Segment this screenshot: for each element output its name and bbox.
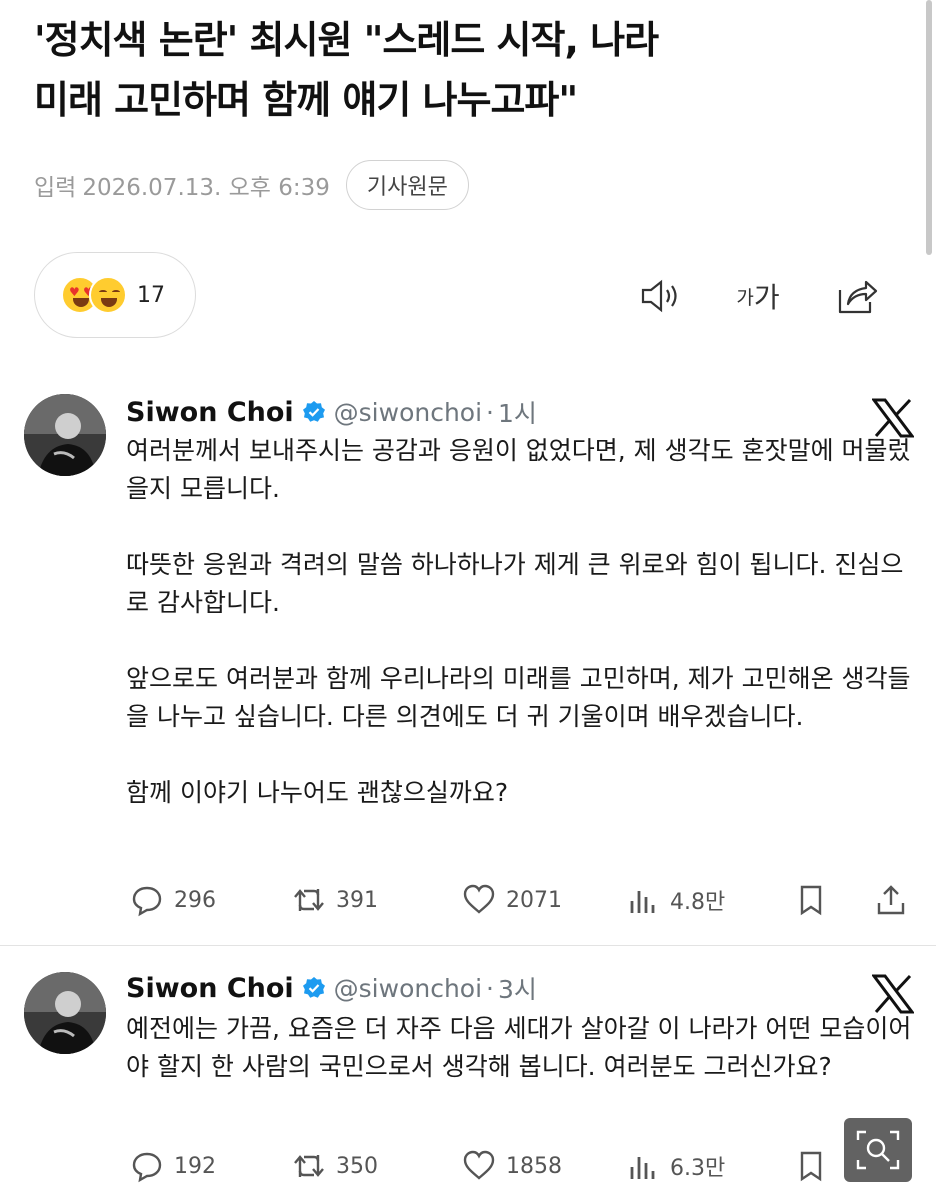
tweet-actions: 296 391 2071 4.8만 [126,880,916,920]
scrollbar-thumb[interactable] [926,0,932,255]
article-meta: 입력 2026.07.13. 오후 6:39 기사원문 [34,160,469,210]
verified-badge-icon [302,401,325,422]
tweet-card[interactable]: Siwon Choi @siwonchoi · 3시 예전에는 가끔, 요즘은 … [0,950,936,1200]
author-handle[interactable]: @siwonchoi [334,398,482,427]
author-name[interactable]: Siwon Choi [126,397,294,428]
avatar[interactable] [24,972,106,1054]
retweet-icon [294,1155,324,1177]
tweet-paragraph: 함께 이야기 나누어도 괜찮으실까요? [126,778,509,807]
bookmark-button[interactable] [794,880,838,920]
like-button[interactable]: 1858 [462,1146,562,1186]
heart-icon [463,1150,495,1180]
headline-line-2: 미래 고민하며 함께 얘기 나누고파" [34,78,578,122]
tweet-divider [0,945,936,946]
retweet-count: 391 [336,887,378,913]
tweet-text: 여러분께서 보내주시는 공감과 응원이 없었다면, 제 생각도 혼잣말에 머물렀… [126,432,916,812]
reply-icon [132,1152,162,1183]
like-count: 2071 [506,887,562,913]
retweet-button[interactable]: 391 [292,880,378,920]
verified-badge-icon [302,977,325,998]
reaction-button[interactable]: ♥ ♥ 17 [34,252,196,338]
reply-button[interactable]: 296 [130,880,216,920]
reply-button[interactable]: 192 [130,1146,216,1186]
separator-dot: · [486,973,494,1003]
tweet-text: 예전에는 가끔, 요즘은 더 자주 다음 세대가 살아갈 이 나라가 어떤 모습… [126,1010,916,1086]
separator-dot: · [486,397,494,427]
heart-icon [463,884,495,914]
retweet-count: 350 [336,1153,378,1179]
font-size-button[interactable]: 가가 [728,274,788,318]
font-size-small-glyph: 가 [736,286,754,309]
tweet-header: Siwon Choi @siwonchoi · 3시 [126,968,537,1008]
like-button[interactable]: 2071 [462,880,562,920]
article-share-icon[interactable] [830,274,882,318]
tweet-time[interactable]: 1시 [498,394,537,430]
tweet-paragraph: 예전에는 가끔, 요즘은 더 자주 다음 세대가 살아갈 이 나라가 어떤 모습… [126,1014,912,1081]
x-logo-icon [872,974,914,1014]
like-count: 1858 [506,1153,562,1179]
tweet-time[interactable]: 3시 [498,970,537,1006]
views-chart-icon [630,1157,655,1179]
zoom-search-icon [856,1130,900,1170]
font-size-large-glyph: 가 [753,281,780,314]
retweet-button[interactable]: 350 [292,1146,378,1186]
headline-line-1: '정치색 논란' 최시원 "스레드 시작, 나라 [34,18,659,62]
views-chart-icon [630,891,655,913]
original-article-button[interactable]: 기사원문 [345,160,469,210]
tweet-paragraph: 여러분께서 보내주시는 공감과 응원이 없었다면, 제 생각도 혼잣말에 머물렀… [126,436,911,503]
publish-date: 2026.07.13. 오후 6:39 [82,175,330,201]
bookmark-icon [800,885,822,916]
author-handle[interactable]: @siwonchoi [334,974,482,1003]
views-count: 6.3만 [670,1156,726,1181]
bookmark-button[interactable] [794,1146,838,1186]
views-button[interactable]: 4.8만 [626,880,725,920]
date-prefix: 입력 [34,175,77,201]
reply-count: 192 [174,1153,216,1179]
author-name[interactable]: Siwon Choi [126,973,294,1004]
zoom-button[interactable] [844,1118,912,1182]
share-button[interactable] [874,880,918,920]
tweet-paragraph: 따뜻한 응원과 격려의 말씀 하나하나가 제게 큰 위로와 힘이 됩니다. 진심… [126,550,904,617]
tweet-paragraph: 앞으로도 여러분과 함께 우리나라의 미래를 고민하며, 제가 고민해온 생각들… [126,664,911,731]
share-icon [877,885,905,915]
reaction-count: 17 [137,282,165,308]
reply-count: 296 [174,887,216,913]
views-button[interactable]: 6.3만 [626,1146,725,1186]
avatar[interactable] [24,394,106,476]
bookmark-icon [800,1151,822,1182]
tweet-card[interactable]: Siwon Choi @siwonchoi · 1시 여러분께서 보내주시는 공… [0,380,936,930]
laughing-emoji-icon [89,276,127,314]
speaker-icon[interactable] [636,274,686,318]
retweet-icon [294,889,324,911]
article-headline: '정치색 논란' 최시원 "스레드 시작, 나라 미래 고민하며 함께 얘기 나… [34,10,894,130]
reply-icon [132,886,162,917]
views-count: 4.8만 [670,890,726,915]
tweet-actions: 192 350 1858 6.3만 [126,1146,916,1186]
tweet-header: Siwon Choi @siwonchoi · 1시 [126,392,537,432]
